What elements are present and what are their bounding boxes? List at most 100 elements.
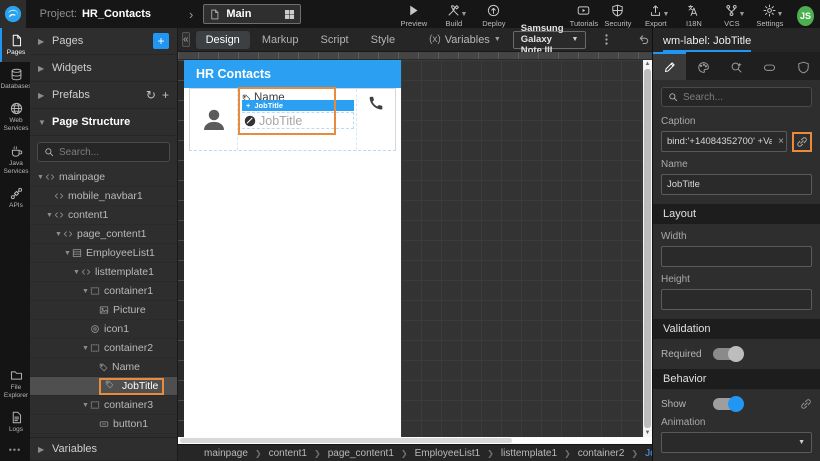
call-icon-widget[interactable] [357,89,395,150]
tab-style[interactable]: Style [361,31,405,49]
tree-node-JobTitle[interactable]: JobTitle [30,377,177,396]
name-input[interactable] [661,174,812,195]
show-toggle[interactable] [713,396,744,412]
jobtitle-widget[interactable]: JobTitle [242,112,354,129]
deploy-button[interactable]: Deploy [477,4,511,28]
wavemaker-logo[interactable] [0,0,26,28]
chevron-right-icon[interactable]: › [189,7,193,22]
rail-item-web-services[interactable]: Web Services [0,96,30,138]
palette-icon [697,61,710,74]
tree-node-Picture[interactable]: Picture [30,301,177,320]
security-button[interactable]: Security [601,4,635,28]
rail-item-databases[interactable]: Databases [0,62,32,96]
selection-handle[interactable]: + JobTitle [242,100,354,111]
scroll-up-icon[interactable]: ▲ [645,60,651,68]
breadcrumb-EmployeeList1[interactable]: EmployeeList1 [415,448,481,459]
tab-design[interactable]: Design [195,30,250,49]
section-page-structure[interactable]: ▼ Page Structure [30,109,177,136]
i18n-icon [687,4,700,17]
logs-icon [10,411,23,424]
rail-item-apis[interactable]: APIs [0,181,30,215]
chevron-right-icon: ❯ [631,448,639,458]
height-input[interactable] [661,289,812,310]
properties-search-input[interactable] [683,91,805,103]
section-variables[interactable]: ▶ Variables [30,437,177,461]
export-button[interactable]: ▼ Export [639,4,673,28]
canvas-horizontal-scrollbar[interactable] [178,437,652,444]
canvas-vertical-scrollbar[interactable]: ▲ ▼ [643,60,652,437]
animation-select[interactable]: ▼ [661,432,812,453]
tree-node-mobile_navbar1[interactable]: mobile_navbar1 [30,187,177,206]
bind-property-button[interactable] [792,131,812,152]
rail-item-pages[interactable]: Pages [0,28,30,63]
rail-item-logs[interactable]: Logs [0,405,30,439]
topbar-actions-right: Security ▼ Export I18N ▼ VCS ▼ Settings [601,1,787,28]
grid-icon[interactable] [284,9,295,20]
more-options-icon[interactable]: ••• [0,439,30,461]
clear-icon[interactable]: × [778,136,784,147]
breadcrumb-listtemplate1[interactable]: listtemplate1 [501,448,557,459]
caption-input[interactable] [661,131,787,152]
wavemaker-studio: Project: HR_Contacts › Main Preview ▼ Bui… [0,0,820,461]
properties-tab-palette[interactable] [686,52,719,80]
scroll-down-icon[interactable]: ▼ [645,429,651,437]
link-icon[interactable] [800,398,812,410]
breadcrumb-mainpage[interactable]: mainpage [204,448,248,459]
structure-search-input[interactable] [59,146,163,158]
tree-node-container1[interactable]: ▼ container1 [30,282,177,301]
properties-tab-inspect[interactable] [720,52,753,80]
tree-node-listtemplate1[interactable]: ▼ listtemplate1 [30,263,177,282]
link-icon [796,136,808,148]
caret-down-icon: ▼ [55,230,62,238]
add-page-button[interactable]: + [153,33,169,49]
tree-node-EmployeeList1[interactable]: ▼ EmployeeList1 [30,244,177,263]
tree-node-button1[interactable]: button1 [30,415,177,434]
refresh-icon[interactable]: ↻ [146,88,156,102]
section-prefabs[interactable]: ▶ Prefabs ↻ + [30,82,177,109]
tree-node-container3[interactable]: ▼ container3 [30,396,177,415]
device-select[interactable]: Samsung Galaxy Note III ▼ [512,23,587,56]
build-button[interactable]: ▼ Build [437,4,471,28]
employee-list-item[interactable]: Name + JobTitle JobTitle [189,87,396,151]
properties-tab-shield-outline[interactable] [787,52,820,80]
vcs-button[interactable]: ▼ VCS [715,4,749,28]
picture-widget[interactable] [190,89,238,150]
collapse-left-panel-button[interactable]: « [182,32,190,47]
deploy-icon [487,4,500,17]
rail-item-java-services[interactable]: Java Services [0,139,30,181]
avatar[interactable]: JS [796,6,814,26]
scrollbar-thumb[interactable] [644,69,651,428]
tree-node-mainpage[interactable]: ▼ mainpage [30,168,177,187]
breadcrumb-container2[interactable]: container2 [578,448,625,459]
scrollbar-thumb[interactable] [180,438,512,443]
section-widgets[interactable]: ▶ Widgets [30,55,177,82]
tree-node-page_content1[interactable]: ▼ page_content1 [30,225,177,244]
properties-tab-device[interactable] [753,52,786,80]
add-prefab-button[interactable]: + [162,88,169,102]
breadcrumb-page_content1[interactable]: page_content1 [328,448,394,459]
main-page-button[interactable]: Main [203,4,301,24]
i18n-button[interactable]: I18N [677,4,711,28]
labels-container[interactable]: Name + JobTitle JobTitle [238,87,357,150]
variables-dropdown-label: Variables [444,33,490,46]
section-pages-label: Pages [52,35,84,47]
required-toggle[interactable] [713,346,744,362]
tab-markup[interactable]: Markup [252,31,309,49]
tab-script[interactable]: Script [311,31,359,49]
caret-down-icon: ▼ [73,268,80,276]
settings-button[interactable]: ▼ Settings [753,3,787,28]
section-pages[interactable]: ▶ Pages + [30,28,177,55]
properties-tab-pencil[interactable] [653,52,687,80]
variables-dropdown[interactable]: (x) Variables ▼ [429,34,501,46]
tree-node-container2[interactable]: ▼ container2 [30,339,177,358]
caret-down-icon: ▼ [571,36,579,43]
width-input[interactable] [661,246,812,267]
tutorials-button[interactable]: Tutorials [567,4,601,28]
tree-node-content1[interactable]: ▼ content1 [30,206,177,225]
rail-item-file-explorer[interactable]: File Explorer [0,363,30,405]
tree-node-Name[interactable]: Name [30,358,177,377]
breadcrumb-content1[interactable]: content1 [269,448,307,459]
preview-button[interactable]: Preview [397,4,431,28]
kebab-menu-icon[interactable] [596,33,617,46]
tree-node-icon1[interactable]: icon1 [30,320,177,339]
